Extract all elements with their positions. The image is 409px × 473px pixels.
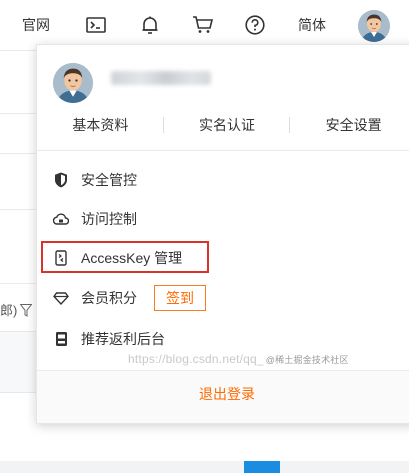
watermark-suffix: @稀土掘金技术社区: [265, 355, 349, 365]
bg-truncated-text: 郎): [0, 303, 18, 318]
menu-item-accesskey[interactable]: AccessKey 管理: [53, 247, 182, 269]
watermark: https://blog.csdn.net/qq_ @稀土掘金技术社区: [128, 352, 349, 366]
shield-icon: [53, 172, 69, 188]
help-icon[interactable]: [242, 0, 268, 50]
bg-divider: [0, 153, 36, 154]
key-card-icon: [53, 250, 69, 266]
logout-label: 退出登录: [199, 386, 255, 402]
bg-divider: [0, 113, 36, 114]
menu-item-security-control[interactable]: 安全管控: [53, 169, 137, 191]
watermark-text: https://blog.csdn.net/qq_: [128, 352, 264, 366]
account-tabs: 基本资料 实名认证 安全设置: [37, 111, 409, 139]
bg-table-header: [0, 331, 36, 393]
diamond-icon: [53, 290, 69, 306]
signin-button[interactable]: 签到: [154, 285, 206, 311]
menu-item-access-control[interactable]: 访问控制: [53, 208, 137, 230]
blurred-username: [111, 71, 211, 85]
filter-icon[interactable]: [19, 304, 33, 322]
menu-item-label: 会员积分: [81, 290, 137, 306]
terminal-icon[interactable]: [84, 0, 108, 50]
avatar[interactable]: [358, 10, 390, 42]
tab-basic-info[interactable]: 基本资料: [37, 111, 164, 139]
language-switch[interactable]: 简体: [290, 0, 334, 50]
tab-label: 安全设置: [325, 117, 382, 133]
menu-item-points[interactable]: 会员积分: [53, 287, 137, 309]
tab-label: 实名认证: [199, 117, 255, 133]
bg-divider: [0, 283, 36, 284]
cloud-lock-icon: [53, 211, 69, 227]
divider: [37, 150, 409, 151]
bell-icon[interactable]: [138, 0, 162, 50]
tab-security-settings[interactable]: 安全设置: [290, 111, 409, 139]
menu-item-label: 安全管控: [81, 172, 137, 188]
tab-real-name-auth[interactable]: 实名认证: [164, 111, 291, 139]
logout-button[interactable]: 退出登录: [37, 371, 409, 417]
menu-item-rebate[interactable]: 推荐返利后台: [53, 328, 165, 350]
bg-divider: [0, 209, 36, 210]
avatar: [53, 63, 93, 103]
menu-item-label: AccessKey 管理: [81, 250, 183, 266]
menu-item-label: 推荐返利后台: [81, 331, 165, 347]
tab-label: 基本资料: [72, 117, 129, 133]
cart-icon[interactable]: [190, 0, 216, 50]
account-dropdown: 基本资料 实名认证 安全设置 安全管控 访问控制 AccessKey 管理 会员…: [36, 44, 409, 424]
bg-blue-tab: [244, 461, 280, 473]
rebate-icon: [53, 331, 69, 347]
official-site-link[interactable]: 官网: [14, 0, 58, 50]
bg-bottom-bar: [0, 461, 409, 473]
menu-item-label: 访问控制: [81, 211, 137, 227]
